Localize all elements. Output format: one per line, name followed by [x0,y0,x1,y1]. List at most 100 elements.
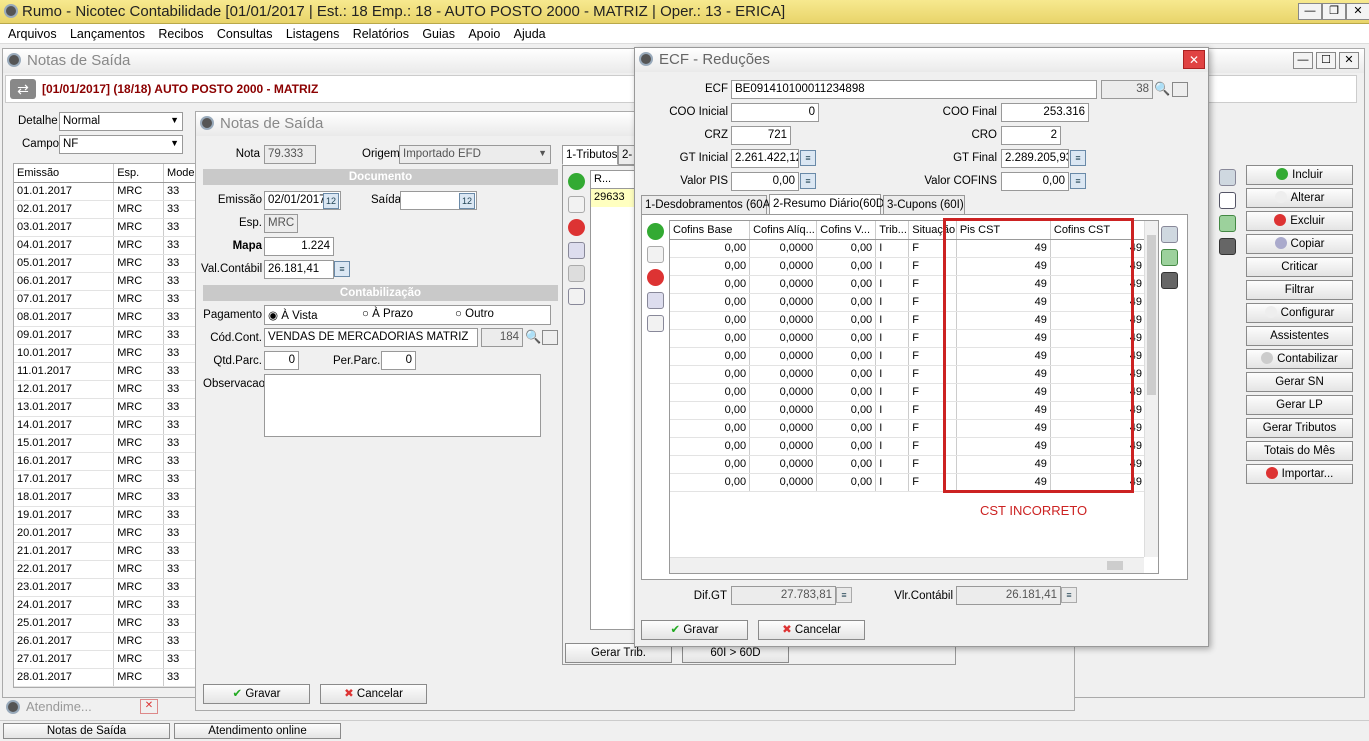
col-cofins-aliq[interactable]: Cofins Alíq... [749,221,818,240]
pag-outro-radio[interactable]: ○ Outro [455,308,494,320]
ecf-field[interactable]: BE091410100011234898 [731,80,1097,99]
notas-max-button[interactable]: ☐ [1316,52,1336,69]
form-cancelar-button[interactable]: ✖ Cancelar [320,684,427,704]
btn-gerar-lp[interactable]: Gerar LP [1246,395,1353,415]
table-row[interactable]: 11.01.2017 MRC 33 [14,362,198,381]
list-icon[interactable] [1172,82,1188,97]
restore-button[interactable]: ❐ [1322,3,1346,20]
add-icon[interactable] [647,223,664,240]
table-row[interactable]: 22.01.2017 MRC 33 [14,560,198,579]
horizontal-scrollbar[interactable] [670,557,1144,573]
menu-lancamentos[interactable]: Lançamentos [65,24,150,44]
btn-configurar[interactable]: Configurar [1246,303,1353,323]
obs-textarea[interactable] [264,374,541,437]
campo-select[interactable]: NF ▼ [59,135,183,154]
swap-arrows-icon[interactable]: ⇄ [10,79,36,99]
col-esp[interactable]: Esp. [113,164,165,183]
col-cofins-valor[interactable]: Cofins V... [816,221,877,240]
table-row[interactable]: 09.01.2017 MRC 33 [14,326,198,345]
table-row[interactable]: 01.01.2017 MRC 33 [14,182,198,201]
ecf-close-button[interactable]: ✕ [1183,50,1205,69]
tributos-row[interactable]: 29633 [591,189,636,207]
origem-select[interactable]: Importado EFD ▼ [399,145,551,164]
table-row[interactable]: 27.01.2017 MRC 33 [14,650,198,669]
menu-consultas[interactable]: Consultas [212,24,278,44]
table-row[interactable]: 06.01.2017 MRC 33 [14,272,198,291]
grid-icon[interactable] [1219,192,1236,209]
search-icon[interactable]: 🔍 [525,329,541,345]
pag-vista-radio[interactable]: ◉ À Vista [268,308,317,322]
btn-copiar[interactable]: Copiar [1246,234,1353,254]
codcont-field[interactable]: VENDAS DE MERCADORIAS MATRIZ [264,328,478,347]
table-row[interactable]: 13.01.2017 MRC 33 [14,398,198,417]
wrench-icon[interactable] [1161,226,1178,243]
taskbar-atendimento-button[interactable]: Atendimento online [174,723,341,739]
table-row[interactable]: 20.01.2017 MRC 33 [14,524,198,543]
mapa-field[interactable]: 1.224 [264,237,334,256]
search-icon[interactable]: 🔍 [1154,81,1170,97]
printer-icon[interactable] [1161,272,1178,289]
hscroll-thumb[interactable] [1107,561,1123,570]
vertical-scrollbar[interactable] [1144,221,1158,557]
scrollbar-thumb[interactable] [1147,235,1156,395]
delete-icon[interactable] [568,219,585,236]
edit-icon[interactable] [568,196,585,213]
cro-field[interactable]: 2 [1001,126,1061,145]
list-icon[interactable] [542,330,558,345]
menu-apoio[interactable]: Apoio [463,24,505,44]
difgt-field[interactable]: 27.783,81 [731,586,836,605]
close-button[interactable]: ✕ [1346,3,1369,20]
table-row[interactable]: 10.01.2017 MRC 33 [14,344,198,363]
qtdparc-field[interactable]: 0 [264,351,299,370]
emissao-field[interactable]: 02/01/2017 12 [264,191,341,210]
btn-alterar[interactable]: Alterar [1246,188,1353,208]
btn-criticar[interactable]: Criticar [1246,257,1353,277]
gt-final-field[interactable]: 2.289.205,93 [1001,149,1069,168]
table-row[interactable]: 28.01.2017 MRC 33 [14,668,198,687]
table-row[interactable]: 18.01.2017 MRC 33 [14,488,198,507]
minimize-button[interactable]: — [1298,3,1322,20]
saida-field[interactable]: 12 [400,191,477,210]
btn-incluir[interactable]: Incluir [1246,165,1353,185]
table-row[interactable]: 08.01.2017 MRC 33 [14,308,198,327]
tab-cupons[interactable]: 3-Cupons (60I) [883,195,965,215]
btn-contabilizar[interactable]: Contabilizar [1246,349,1353,369]
table-row[interactable]: 15.01.2017 MRC 33 [14,434,198,453]
table-row[interactable]: 24.01.2017 MRC 33 [14,596,198,615]
calculator-icon[interactable]: ≡ [1070,150,1086,166]
table-row[interactable]: 21.01.2017 MRC 33 [14,542,198,561]
nota-field[interactable]: 79.333 [264,145,316,164]
col-emissao[interactable]: Emissão [14,164,115,183]
ecf-number[interactable]: 38 [1101,80,1153,99]
table-row[interactable]: 16.01.2017 MRC 33 [14,452,198,471]
menu-relatorios[interactable]: Relatórios [348,24,414,44]
btn-importar[interactable]: Importar... [1246,464,1353,484]
calculator-icon[interactable]: ≡ [334,261,350,277]
table-row[interactable]: 23.01.2017 MRC 33 [14,578,198,597]
delete-icon[interactable] [647,269,664,286]
wrench-icon[interactable] [1219,169,1236,186]
taskbar-notas-button[interactable]: Notas de Saída [3,723,170,739]
window-icon[interactable] [568,242,585,259]
valcont-field[interactable]: 26.181,41 [264,260,334,279]
gt-inicial-field[interactable]: 2.261.422,12 [731,149,799,168]
tab-resumo-diario[interactable]: 2-Resumo Diário(60D) [769,194,888,215]
table-row[interactable]: 14.01.2017 MRC 33 [14,416,198,435]
vlcont-field[interactable]: 26.181,41 [956,586,1061,605]
add-icon[interactable] [568,173,585,190]
perparc-field[interactable]: 0 [381,351,416,370]
crz-field[interactable]: 721 [731,126,791,145]
table-row[interactable]: 05.01.2017 MRC 33 [14,254,198,273]
blank-icon[interactable] [568,265,585,282]
minimized-window[interactable]: Atendime... ✕ [2,698,160,716]
menu-listagens[interactable]: Listagens [281,24,345,44]
close-icon[interactable]: ✕ [140,699,158,714]
tab-desdobramentos[interactable]: 1-Desdobramentos (60A) [641,195,774,215]
esp-field[interactable]: MRC [264,214,298,233]
calculator-icon[interactable]: ≡ [800,173,816,189]
btn-gerar-sn[interactable]: Gerar SN [1246,372,1353,392]
notas-min-button[interactable]: — [1293,52,1313,69]
calculator-icon[interactable]: ≡ [800,150,816,166]
coo-inicial-field[interactable]: 0 [731,103,819,122]
col-trib[interactable]: Trib... [875,221,910,240]
